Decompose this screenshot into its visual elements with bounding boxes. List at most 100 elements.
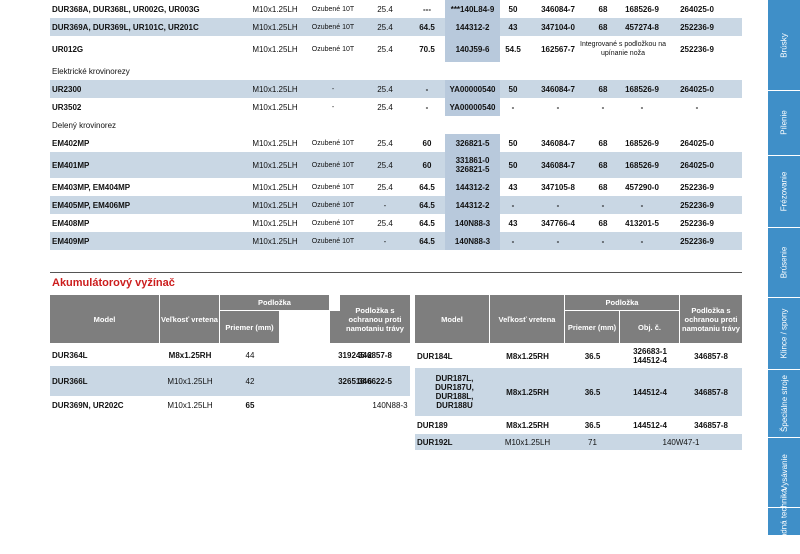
part2-cell: 346084-7 [541,4,575,14]
guard-cell: Ozubené 10T [311,161,355,169]
thread-cell: M10x1.25LH [252,160,298,170]
size-cell: M8x1.25RH [168,350,212,360]
model-cell: EM408MP [52,218,90,228]
table-row: EM402MP M10x1.25LH Ozubené 10T 25.4 60 326821… [50,134,742,152]
objc-cell: 326683-1 144512-4 [633,347,667,365]
table-row: DUR368A, DUR368L, UR002G, UR003G M10x1.25… [50,0,742,18]
left-table: Model Veľkosť vretena Podložka Priemer (mm)… [50,295,410,435]
header-diameter: Priemer (mm) [565,311,619,343]
model-cell: UR3502 [52,102,82,112]
table-row: UR012G M10x1.25LH Ozubené 10T 25.4 70.5 140J5… [50,36,742,62]
side-tab-label: Špeciálne stroje [779,374,789,432]
dim2-cell: 43 [508,182,518,192]
guard-cell: 346857-8 [694,420,728,430]
part4-cell: 252236-9 [680,218,714,228]
side-tab-label: Brúsenie [779,246,789,278]
model-cell: DUR187L, DUR187U, DUR188L, DUR188U [435,374,474,410]
diameter-cell: 44 [245,350,255,360]
part4-cell: - [695,102,699,112]
side-tab[interactable]: Pílenie [768,90,800,156]
thread-cell: M10x1.25LH [252,102,298,112]
model-cell: DUR368A, DUR368L, UR002G, UR003G [52,4,200,14]
model-cell: EM409MP [52,236,90,246]
header-diameter: Priemer (mm) [220,311,279,343]
diameter-cell: 71 [588,437,597,447]
part4-cell: 264025-0 [680,160,714,170]
table-row: DUR184L M8x1.25RH 36.5 326683-1 144512-4 346… [415,344,742,368]
table-row: DUR192L M10x1.25LH 71 140W47-1 [415,434,742,450]
thread-cell: M10x1.25LH [252,22,298,32]
dim-cell: 64.5 [419,236,435,246]
model-cell: DUR189 [417,420,448,430]
diameter-cell: 36.5 [584,420,601,430]
diameter-cell: 65 [245,400,255,410]
size-cell: 25.4 [377,4,393,14]
size-cell: 25.4 [377,102,393,112]
header-objc: Obj. č. [620,311,679,343]
model-cell: EM405MP, EM406MP [52,200,131,210]
size-cell: M8x1.25RH [506,420,549,430]
dim-cell: - [425,84,429,94]
header-washer: Podložka [220,295,329,310]
part4-cell: 264025-0 [680,84,714,94]
dim-cell: - [425,102,429,112]
side-tab[interactable]: Špeciálne stroje [768,369,800,438]
model-cell: DUR192L [417,437,453,447]
table-row: DUR366L M10x1.25LH 42 326518-6 346622-5 [50,366,410,396]
dim2-cell: 54.5 [505,44,521,54]
size-cell: 25.4 [377,84,393,94]
category-label: Delený krovinorez [52,120,117,130]
dim-cell: 60 [422,160,432,170]
header-guard: Podložka s ochranou proti namotaniu tráv… [340,295,410,343]
size-cell: 25.4 [377,182,393,192]
objc-cell: 140W47-1 [662,437,700,447]
thread-cell: M10x1.25LH [252,200,298,210]
part2-cell: - [556,102,560,112]
size-cell: 25.4 [377,138,393,148]
table-row: DUR187L, DUR187U, DUR188L, DUR188U M8x1.2… [415,368,742,416]
guard-cell: Ozubené 10T [311,23,355,31]
guard-cell: 346622-5 [358,376,392,386]
dim-cell: 70.5 [419,44,435,54]
dim2-cell: 50 [508,160,518,170]
guard-cell: Ozubené 10T [311,219,355,227]
table-row: UR2300 M10x1.25LH -25.4- YA00000540 50 346084… [50,80,742,98]
dim2-cell: 43 [508,22,518,32]
side-tab[interactable]: Brúsky [768,0,800,91]
dim-cell: 64.5 [419,182,435,192]
dim-cell: 64.5 [419,200,435,210]
model-cell: UR012G [52,44,84,54]
model-cell: EM403MP, EM404MP [52,182,131,192]
side-tab[interactable]: Brúsenie [768,227,800,298]
size-cell: 25.4 [377,218,393,228]
header-guard: Podložka s ochranou proti namotaniu tráv… [680,295,742,343]
table-row: DUR369A, DUR369L, UR101C, UR201C M10x1.25… [50,18,742,36]
table-row: UR3502 M10x1.25LH -25.4- YA00000540- - - - - [50,98,742,116]
side-tab[interactable]: Klince / spony [768,297,800,370]
guard-cell: 346857-8 [694,387,728,397]
part4-cell: 252236-9 [680,236,714,246]
header-size: Veľkosť vretena [160,295,219,343]
table-row: DUR189 M8x1.25RH 36.5 144512-4 346857-8 [415,416,742,434]
part4-cell: 252236-9 [680,182,714,192]
part4-cell: 252236-9 [680,200,714,210]
size-cell: 25.4 [377,22,393,32]
thread-cell: M10x1.25LH [252,218,298,228]
model-cell: DUR369N, UR202C [52,400,124,410]
category-row: Delený krovinorez [50,116,742,134]
guard-cell: Ozubené 10T [311,139,355,147]
side-tab[interactable]: Frézovanie [768,155,800,228]
part3-cell: 457274-8 [625,22,659,32]
dim-cell: --- [423,4,431,14]
part3-cell: - [640,236,644,246]
thread-cell: M10x1.25LH [252,138,298,148]
section-divider [50,272,742,273]
diameter-cell: 36.5 [584,387,601,397]
section-title: Akumulátorový vyžínač [52,277,175,289]
side-tab[interactable]: Záhradná technika [768,488,800,554]
guard-cell: 346857-8 [694,351,728,361]
side-tab-label: Brúsky [779,32,789,58]
part4-cell: 252236-9 [680,22,714,32]
size-cell: 25.4 [377,44,393,54]
part3-cell: 168526-9 [625,84,659,94]
